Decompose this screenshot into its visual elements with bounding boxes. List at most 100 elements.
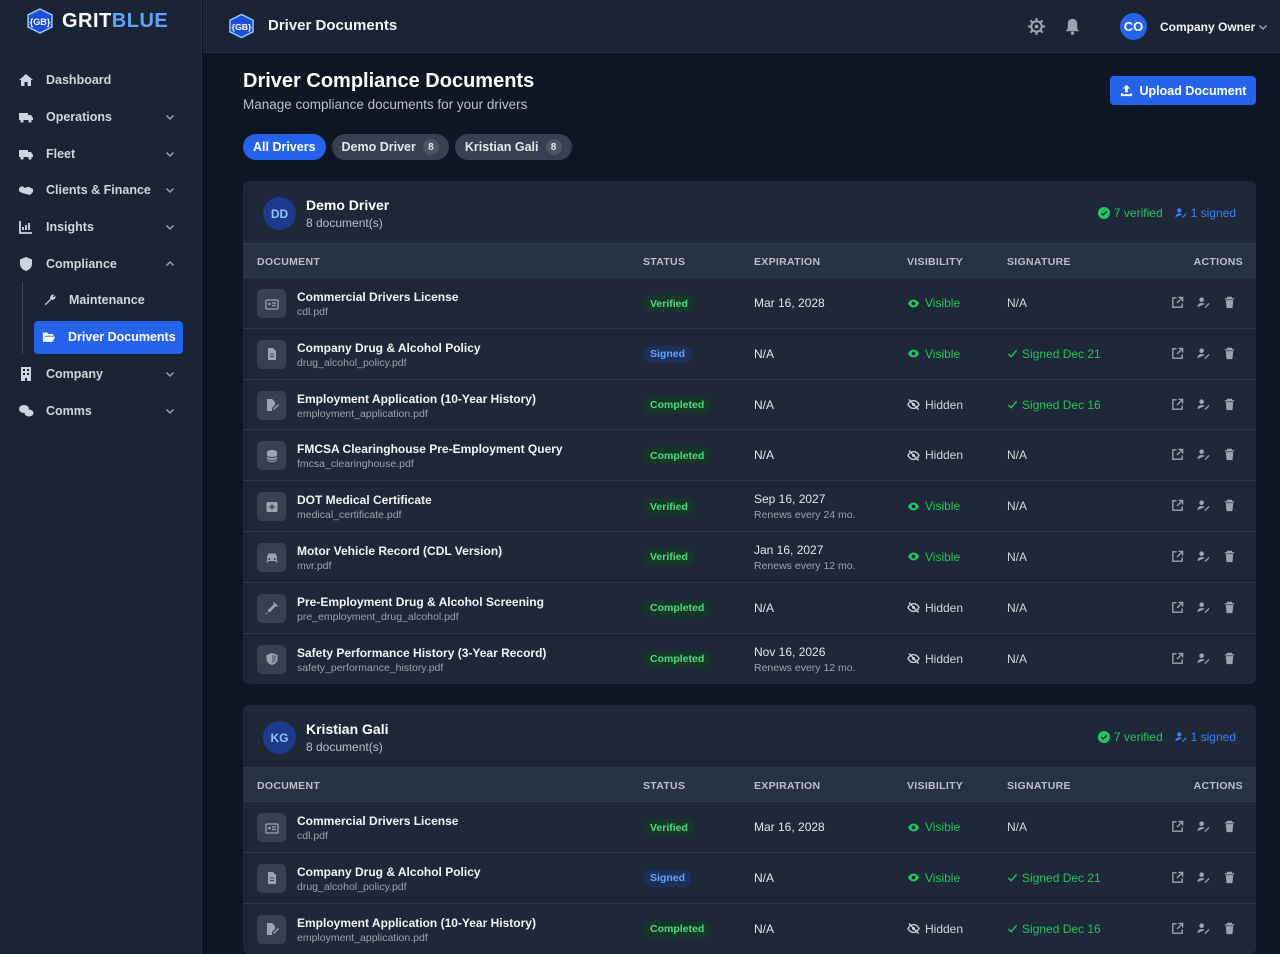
- trash-icon[interactable]: [1223, 652, 1236, 665]
- visibility-toggle[interactable]: Visible: [907, 820, 960, 834]
- table-row[interactable]: Motor Vehicle Record (CDL Version) mvr.p…: [243, 532, 1256, 583]
- user-name[interactable]: Company Owner: [1160, 20, 1255, 34]
- visibility-toggle[interactable]: Visible: [907, 347, 960, 361]
- table-row[interactable]: Pre-Employment Drug & Alcohol Screening …: [243, 583, 1256, 634]
- sidebar-item-driver-documents[interactable]: Driver Documents: [34, 320, 183, 354]
- bell-icon[interactable]: [1063, 17, 1082, 36]
- document-name[interactable]: Company Drug & Alcohol Policy: [297, 341, 481, 355]
- document-name[interactable]: Pre-Employment Drug & Alcohol Screening: [297, 595, 544, 609]
- external-link-icon[interactable]: [1171, 499, 1184, 512]
- table-row[interactable]: Company Drug & Alcohol Policy drug_alcoh…: [243, 329, 1256, 380]
- visibility-toggle[interactable]: Hidden: [907, 398, 963, 412]
- sidebar-item-clients-finance[interactable]: Clients & Finance: [0, 172, 202, 209]
- request-signature-icon[interactable]: [1197, 296, 1210, 309]
- expiration-date: N/A: [754, 921, 775, 936]
- external-link-icon[interactable]: [1171, 398, 1184, 411]
- check-icon: [1007, 350, 1018, 359]
- visibility-toggle[interactable]: Visible: [907, 499, 960, 513]
- external-link-icon[interactable]: [1171, 347, 1184, 360]
- request-signature-icon[interactable]: [1197, 550, 1210, 563]
- document-name[interactable]: Employment Application (10-Year History): [297, 916, 536, 930]
- table-row[interactable]: FMCSA Clearinghouse Pre-Employment Query…: [243, 430, 1256, 482]
- trash-icon[interactable]: [1223, 398, 1236, 411]
- external-link-icon[interactable]: [1171, 550, 1184, 563]
- chevron-down-icon[interactable]: [1257, 21, 1269, 33]
- document-name[interactable]: FMCSA Clearinghouse Pre-Employment Query: [297, 442, 563, 456]
- gear-icon[interactable]: [1027, 17, 1046, 36]
- document-name[interactable]: Employment Application (10-Year History): [297, 392, 536, 406]
- external-link-icon[interactable]: [1171, 601, 1184, 614]
- table-row[interactable]: Commercial Drivers License cdl.pdf Verif…: [243, 278, 1256, 329]
- document-name[interactable]: Safety Performance History (3-Year Recor…: [297, 646, 546, 660]
- document-name[interactable]: Company Drug & Alcohol Policy: [297, 865, 481, 879]
- trash-icon[interactable]: [1223, 871, 1236, 884]
- eye-slash-icon: [907, 602, 920, 614]
- visibility-toggle[interactable]: Hidden: [907, 652, 963, 666]
- sidebar-item-maintenance[interactable]: Maintenance: [23, 282, 202, 319]
- sidebar-item-insights[interactable]: Insights: [0, 209, 202, 246]
- table-header: DOCUMENT STATUS EXPIRATION VISIBILITY SI…: [243, 244, 1256, 278]
- upload-document-button[interactable]: Upload Document: [1110, 76, 1256, 105]
- visibility-toggle[interactable]: Visible: [907, 550, 960, 564]
- document-name[interactable]: Commercial Drivers License: [297, 814, 458, 828]
- trash-icon[interactable]: [1223, 820, 1236, 833]
- sidebar-item-fleet[interactable]: Fleet: [0, 135, 202, 172]
- table-row[interactable]: Employment Application (10-Year History)…: [243, 904, 1256, 954]
- sidebar-item-dashboard[interactable]: Dashboard: [0, 62, 202, 99]
- filter-kristian-gali[interactable]: Kristian Gali 8: [454, 134, 572, 160]
- request-signature-icon[interactable]: [1197, 398, 1210, 411]
- sidebar-item-company[interactable]: Company: [0, 356, 202, 393]
- table-row[interactable]: DOT Medical Certificate medical_certific…: [243, 481, 1256, 532]
- request-signature-icon[interactable]: [1197, 601, 1210, 614]
- document-name[interactable]: DOT Medical Certificate: [297, 493, 432, 507]
- table-row[interactable]: Safety Performance History (3-Year Recor…: [243, 634, 1256, 685]
- visibility-toggle[interactable]: Visible: [907, 296, 960, 310]
- external-link-icon[interactable]: [1171, 448, 1184, 461]
- eye-slash-icon: [907, 653, 920, 665]
- visibility-toggle[interactable]: Visible: [907, 871, 960, 885]
- visibility-toggle[interactable]: Hidden: [907, 448, 963, 462]
- driver-name: Demo Driver: [306, 197, 390, 213]
- request-signature-icon[interactable]: [1197, 347, 1210, 360]
- document-name[interactable]: Commercial Drivers License: [297, 290, 458, 304]
- external-link-icon[interactable]: [1171, 820, 1184, 833]
- external-link-icon[interactable]: [1171, 871, 1184, 884]
- trash-icon[interactable]: [1223, 499, 1236, 512]
- id-card-icon: [257, 289, 286, 318]
- sidebar-item-operations[interactable]: Operations: [0, 99, 202, 136]
- trash-icon[interactable]: [1223, 448, 1236, 461]
- table-row[interactable]: Employment Application (10-Year History)…: [243, 380, 1256, 431]
- request-signature-icon[interactable]: [1197, 871, 1210, 884]
- trash-icon[interactable]: [1223, 550, 1236, 563]
- trash-icon[interactable]: [1223, 922, 1236, 935]
- visibility-toggle[interactable]: Hidden: [907, 601, 963, 615]
- brand-logo[interactable]: {GB} GRITBLUE: [26, 8, 168, 34]
- external-link-icon[interactable]: [1171, 652, 1184, 665]
- column-header-document: DOCUMENT: [257, 256, 321, 268]
- sidebar-item-comms[interactable]: Comms: [0, 393, 202, 430]
- trash-icon[interactable]: [1223, 601, 1236, 614]
- table-row[interactable]: Commercial Drivers License cdl.pdf Verif…: [243, 802, 1256, 853]
- visibility-toggle[interactable]: Hidden: [907, 922, 963, 936]
- column-header-expiration: EXPIRATION: [754, 780, 821, 792]
- filter-demo-driver[interactable]: Demo Driver 8: [331, 134, 449, 160]
- table-row[interactable]: Company Drug & Alcohol Policy drug_alcoh…: [243, 853, 1256, 904]
- request-signature-icon[interactable]: [1197, 448, 1210, 461]
- user-avatar[interactable]: CO: [1120, 13, 1147, 40]
- document-filename: medical_certificate.pdf: [297, 509, 402, 522]
- sidebar-item-label: Compliance: [46, 256, 117, 271]
- external-link-icon[interactable]: [1171, 296, 1184, 309]
- external-link-icon[interactable]: [1171, 922, 1184, 935]
- request-signature-icon[interactable]: [1197, 922, 1210, 935]
- trash-icon[interactable]: [1223, 347, 1236, 360]
- filter-all-drivers[interactable]: All Drivers: [243, 134, 326, 160]
- request-signature-icon[interactable]: [1197, 499, 1210, 512]
- document-filename: pre_employment_drug_alcohol.pdf: [297, 610, 459, 623]
- request-signature-icon[interactable]: [1197, 820, 1210, 833]
- document-name[interactable]: Motor Vehicle Record (CDL Version): [297, 544, 502, 558]
- trash-icon[interactable]: [1223, 296, 1236, 309]
- sidebar-item-compliance[interactable]: Compliance: [0, 245, 202, 282]
- request-signature-icon[interactable]: [1197, 652, 1210, 665]
- signature-status: Signed Dec 16: [1007, 922, 1101, 936]
- signature-status: N/A: [1007, 296, 1028, 310]
